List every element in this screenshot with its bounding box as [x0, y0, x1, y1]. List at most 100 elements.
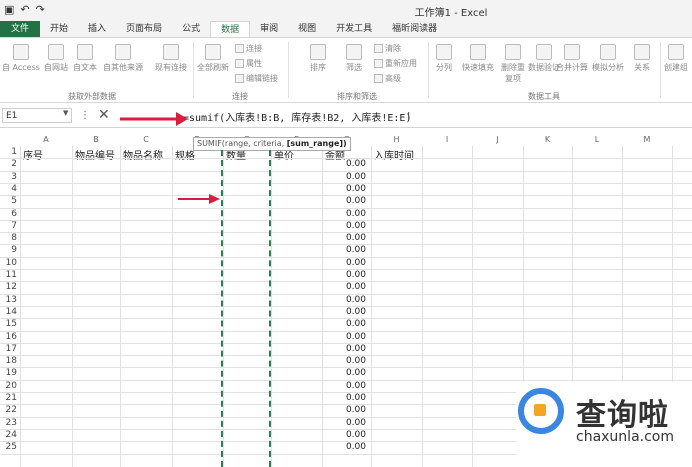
tab-insert[interactable]: 插入	[78, 21, 116, 37]
amount-cell[interactable]: 0.00	[331, 307, 366, 317]
row-header[interactable]: 18	[0, 356, 19, 366]
amount-cell[interactable]: 0.00	[331, 282, 366, 292]
amount-cell[interactable]: 0.00	[331, 319, 366, 329]
remove-duplicates-button[interactable]: 删除重复项	[498, 44, 528, 84]
row-header[interactable]: 19	[0, 368, 19, 378]
tab-formulas[interactable]: 公式	[172, 21, 210, 37]
amount-cell[interactable]: 0.00	[331, 258, 366, 268]
row-header[interactable]: 8	[0, 233, 19, 243]
header-cell-a1[interactable]: 序号	[23, 147, 43, 162]
filter-button[interactable]: 筛选	[346, 44, 362, 73]
what-if-analysis-button[interactable]: 模拟分析	[592, 44, 624, 73]
row-header[interactable]: 7	[0, 221, 19, 231]
text-to-columns-button[interactable]: 分列	[436, 44, 452, 73]
close-icon[interactable]: ✕	[98, 107, 110, 123]
amount-cell[interactable]: 0.00	[331, 159, 366, 169]
amount-cell[interactable]: 0.00	[331, 381, 366, 391]
reapply-button[interactable]: 重新应用	[374, 58, 417, 69]
amount-cell[interactable]: 0.00	[331, 332, 366, 342]
row-header[interactable]: 21	[0, 393, 19, 403]
row-header[interactable]: 22	[0, 405, 19, 415]
header-cell-h1[interactable]: 入库时间	[374, 147, 414, 162]
amount-cell[interactable]: 0.00	[331, 270, 366, 280]
relationships-button[interactable]: 关系	[634, 44, 650, 73]
amount-cell[interactable]: 0.00	[331, 245, 366, 255]
column-header-a[interactable]: A	[20, 134, 72, 146]
column-header-b[interactable]: B	[72, 134, 120, 146]
tab-page-layout[interactable]: 页面布局	[116, 21, 172, 37]
row-header[interactable]: 13	[0, 295, 19, 305]
amount-cell[interactable]: 0.00	[331, 172, 366, 182]
amount-cell[interactable]: 0.00	[331, 344, 366, 354]
tab-home[interactable]: 开始	[40, 21, 78, 37]
header-cell-d1[interactable]: 规格	[175, 147, 195, 162]
row-header[interactable]: 14	[0, 307, 19, 317]
row-header[interactable]: 24	[0, 430, 19, 440]
column-header-k[interactable]: K	[523, 134, 572, 146]
amount-cell[interactable]: 0.00	[331, 196, 366, 206]
row-header[interactable]: 15	[0, 319, 19, 329]
edit-links-button[interactable]: 编辑链接	[235, 73, 278, 84]
column-header-i[interactable]: I	[422, 134, 472, 146]
watermark-brand: 查询啦	[576, 398, 669, 433]
from-other-sources-button[interactable]: 自其他来源	[103, 44, 143, 73]
create-group-button[interactable]: 创建组	[664, 44, 688, 73]
amount-cell[interactable]: 0.00	[331, 368, 366, 378]
from-web-button[interactable]: 自网站	[44, 44, 68, 73]
name-box[interactable]: E1	[2, 108, 72, 123]
column-header-m[interactable]: M	[622, 134, 672, 146]
consolidate-icon	[564, 44, 580, 60]
existing-connections-button[interactable]: 现有连接	[155, 44, 187, 73]
row-header[interactable]: 2	[0, 159, 19, 169]
row-header[interactable]: 11	[0, 270, 19, 280]
amount-cell[interactable]: 0.00	[331, 418, 366, 428]
chevron-down-icon[interactable]: ▼	[63, 109, 68, 117]
row-header[interactable]: 23	[0, 418, 19, 428]
header-cell-c1[interactable]: 物品名称	[123, 147, 163, 162]
amount-cell[interactable]: 0.00	[331, 393, 366, 403]
properties-button[interactable]: 属性	[235, 58, 262, 69]
tab-developer[interactable]: 开发工具	[326, 21, 382, 37]
tab-review[interactable]: 审阅	[250, 21, 288, 37]
consolidate-button[interactable]: 合并计算	[556, 44, 588, 73]
column-header-c[interactable]: C	[120, 134, 172, 146]
amount-cell[interactable]: 0.00	[331, 184, 366, 194]
amount-cell[interactable]: 0.00	[331, 356, 366, 366]
amount-cell[interactable]: 0.00	[331, 221, 366, 231]
row-header[interactable]: 16	[0, 332, 19, 342]
row-header[interactable]: 5	[0, 196, 19, 206]
column-header-h[interactable]: H	[371, 134, 422, 146]
advanced-filter-button[interactable]: 高级	[374, 73, 401, 84]
header-cell-b1[interactable]: 物品编号	[75, 147, 115, 162]
amount-cell[interactable]: 0.00	[331, 295, 366, 305]
amount-cell[interactable]: 0.00	[331, 233, 366, 243]
row-header[interactable]: 4	[0, 184, 19, 194]
tab-view[interactable]: 视图	[288, 21, 326, 37]
row-header[interactable]: 12	[0, 282, 19, 292]
tab-foxit-reader[interactable]: 福昕阅读器	[382, 21, 447, 37]
column-header-l[interactable]: L	[572, 134, 622, 146]
from-text-button[interactable]: 自文本	[73, 44, 97, 73]
tab-data[interactable]: 数据	[210, 21, 251, 37]
formula-input[interactable]: =sumif(入库表!B:B, 库存表!B2, 入库表!E:E)	[183, 109, 411, 124]
row-header[interactable]: 1	[0, 147, 19, 157]
flash-fill-button[interactable]: 快速填充	[462, 44, 494, 73]
row-header[interactable]: 9	[0, 245, 19, 255]
refresh-all-button[interactable]: 全部刷新	[197, 44, 229, 73]
amount-cell[interactable]: 0.00	[331, 209, 366, 219]
from-access-button[interactable]: 自 Access	[2, 44, 40, 73]
clear-filter-button[interactable]: 清除	[374, 43, 401, 54]
amount-cell[interactable]: 0.00	[331, 405, 366, 415]
connections-button[interactable]: 连接	[235, 43, 262, 54]
tab-file[interactable]: 文件	[0, 21, 41, 37]
amount-cell[interactable]: 0.00	[331, 442, 366, 452]
row-header[interactable]: 20	[0, 381, 19, 391]
row-header[interactable]: 17	[0, 344, 19, 354]
row-header[interactable]: 6	[0, 209, 19, 219]
amount-cell[interactable]: 0.00	[331, 430, 366, 440]
row-header[interactable]: 25	[0, 442, 19, 452]
row-header[interactable]: 3	[0, 172, 19, 182]
column-header-j[interactable]: J	[472, 134, 523, 146]
sort-button[interactable]: 排序	[310, 44, 326, 73]
row-header[interactable]: 10	[0, 258, 19, 268]
